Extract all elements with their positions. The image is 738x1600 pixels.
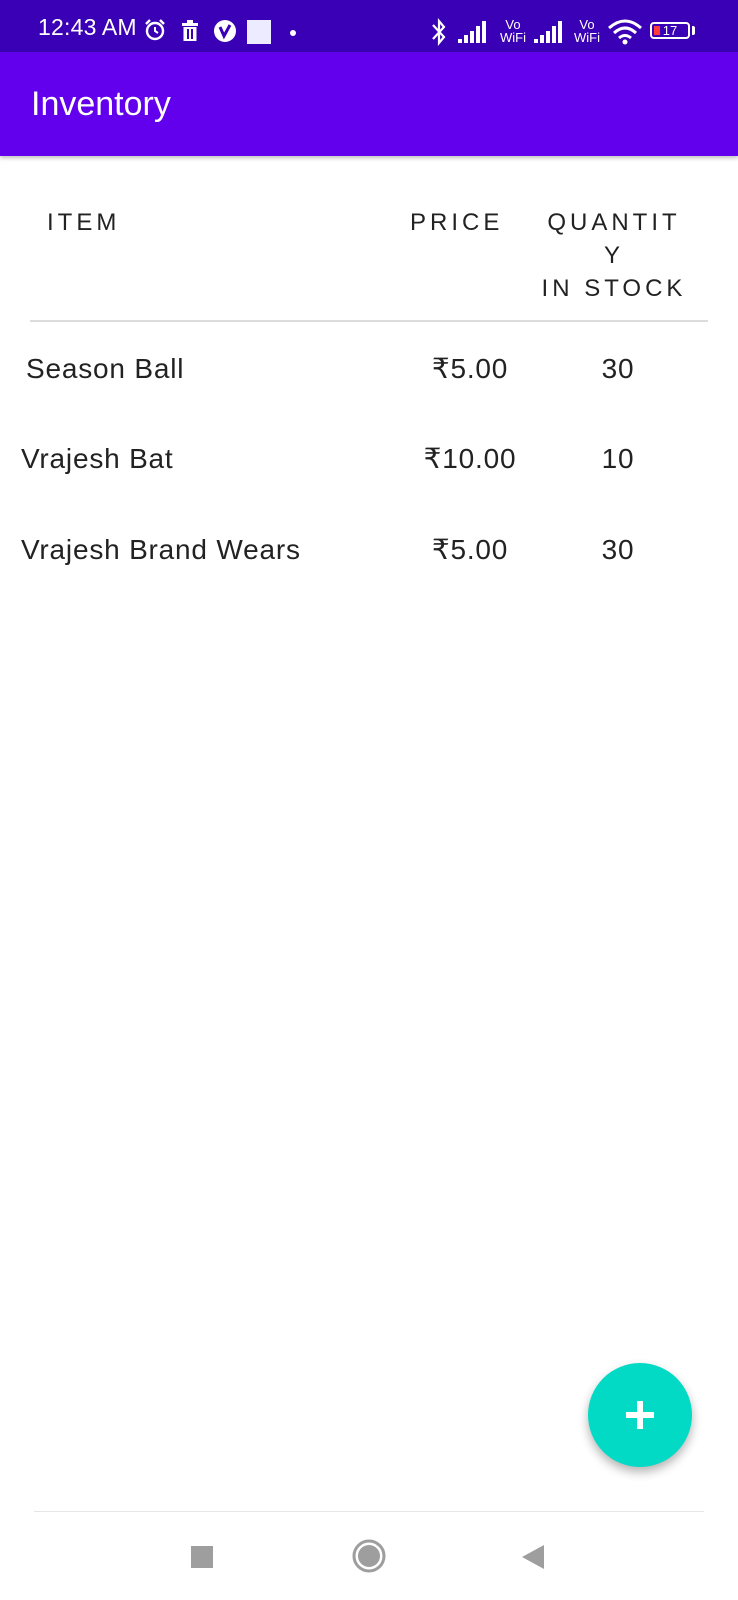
- item-price: ₹5.00: [431, 353, 509, 384]
- item-price: ₹10.00: [423, 443, 517, 474]
- screen: 12:43 AM Vo WiFi Vo WiFi 17 Inventory IT…: [0, 0, 738, 1600]
- notification-dot: [290, 30, 296, 36]
- table-row[interactable]: Vrajesh Bat ₹10.00 10: [0, 439, 738, 499]
- item-name: Vrajesh Bat: [21, 443, 174, 474]
- add-item-button[interactable]: [588, 1363, 692, 1467]
- column-header-quantity: QUANTIT Y IN STOCK: [536, 206, 692, 305]
- trash-icon: [182, 20, 198, 41]
- app-bar: Inventory: [0, 52, 738, 156]
- item-name: Season Ball: [26, 353, 185, 384]
- column-header-item: ITEM: [47, 209, 121, 236]
- vowifi-label-1: Vo WiFi: [500, 17, 526, 45]
- battery-icon: 17: [650, 22, 690, 39]
- item-quantity: 30: [601, 353, 635, 384]
- vowifi-label-2: Vo WiFi: [574, 17, 600, 45]
- recents-square-icon[interactable]: [190, 1545, 214, 1569]
- status-time: 12:43 AM: [38, 14, 137, 40]
- table-row[interactable]: Vrajesh Brand Wears ₹5.00 30: [0, 530, 738, 590]
- column-header-quantity-line2: Y: [603, 242, 624, 269]
- item-name: Vrajesh Brand Wears: [21, 534, 301, 565]
- battery-nub: [692, 26, 695, 35]
- page-title: Inventory: [31, 85, 171, 123]
- battery-level: 17: [662, 23, 678, 38]
- wifi-icon: [608, 19, 642, 45]
- item-quantity: 30: [601, 534, 635, 565]
- alarm-icon: [145, 19, 165, 41]
- column-header-price: PRICE: [410, 209, 504, 236]
- signal-icon: [458, 21, 486, 43]
- bluetooth-icon: [432, 18, 446, 46]
- vpn-icon: [214, 20, 236, 42]
- status-bar: 12:43 AM Vo WiFi Vo WiFi 17: [0, 0, 738, 52]
- plus-icon: [626, 1401, 654, 1429]
- table-row[interactable]: Season Ball ₹5.00 30: [0, 349, 738, 409]
- signal-icon-2: [534, 21, 562, 43]
- home-circle-icon[interactable]: [351, 1538, 387, 1574]
- column-header-quantity-line1: QUANTIT: [547, 209, 681, 236]
- back-triangle-icon[interactable]: [520, 1543, 546, 1571]
- nav-divider: [34, 1511, 704, 1512]
- item-quantity: 10: [601, 443, 635, 474]
- square-notification-icon: [247, 20, 271, 44]
- column-header-quantity-line3: IN STOCK: [541, 275, 687, 302]
- header-divider: [30, 320, 708, 322]
- item-price: ₹5.00: [431, 534, 509, 565]
